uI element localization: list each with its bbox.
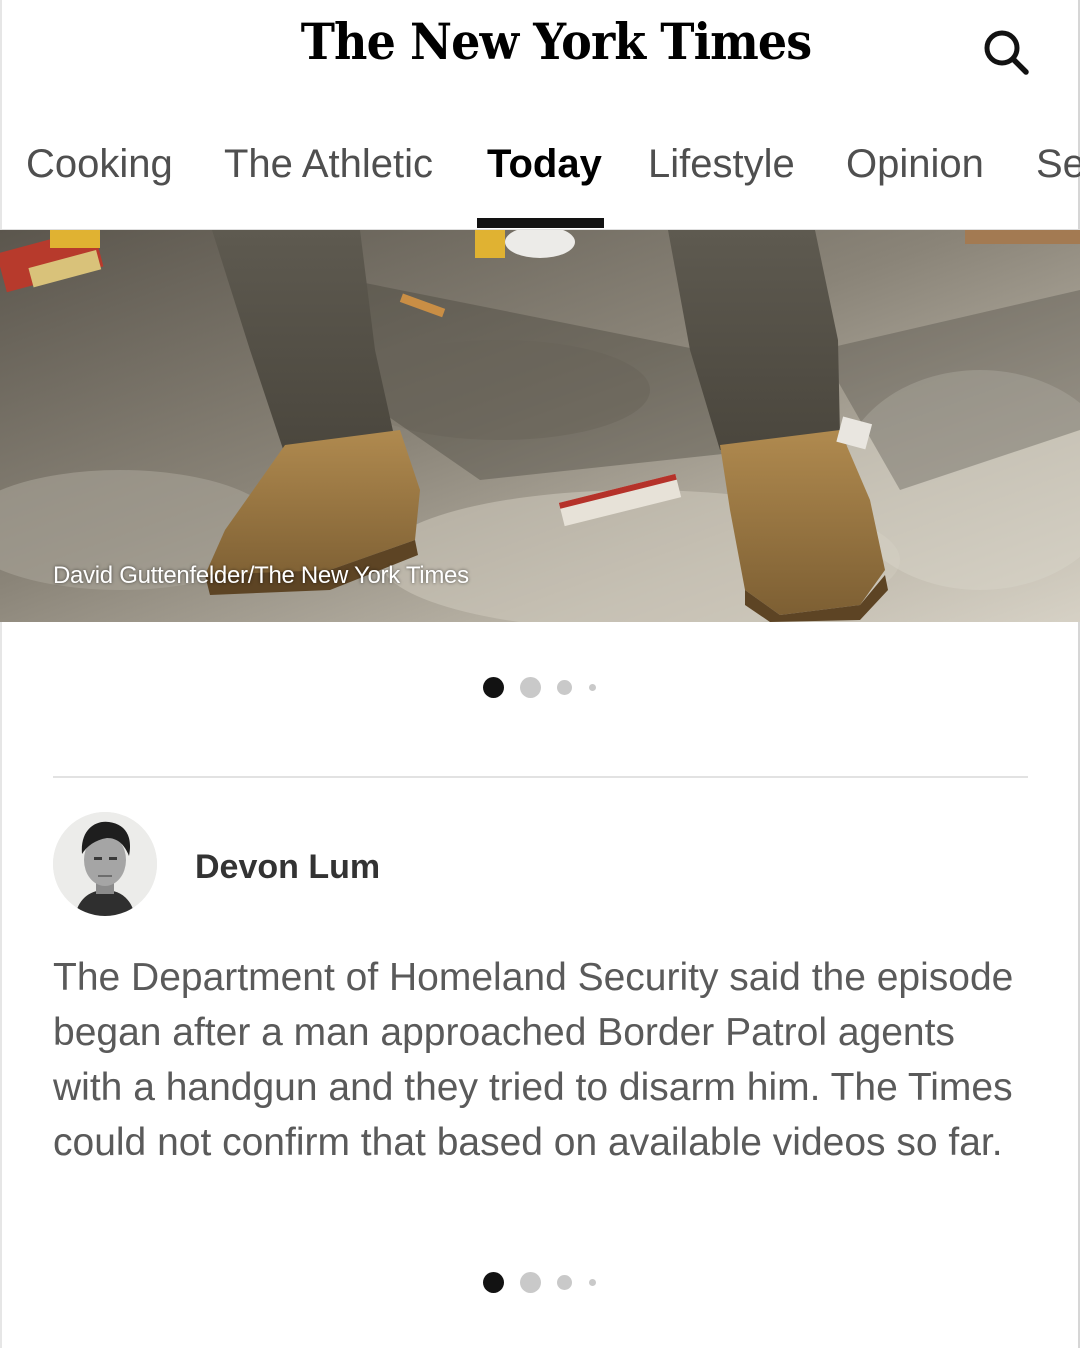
carousel-dot-active[interactable] [483, 1272, 504, 1293]
author-name[interactable]: Devon Lum [195, 848, 380, 887]
masthead-logo[interactable]: The New York Times [44, 12, 1067, 71]
tab-opinion[interactable]: Opinion [846, 142, 984, 187]
post-text: The Department of Homeland Security said… [53, 956, 1014, 1164]
app-header: The New York Times [0, 0, 1080, 108]
tab-the-athletic[interactable]: The Athletic [224, 142, 433, 187]
section-divider [53, 776, 1028, 778]
search-button[interactable] [978, 24, 1034, 80]
hero-photo[interactable]: David Guttenfelder/The New York Times [0, 230, 1080, 622]
tab-se-partial[interactable]: Se [1036, 142, 1080, 187]
carousel-dot[interactable] [557, 680, 572, 695]
search-icon [984, 30, 1029, 75]
author-avatar[interactable] [53, 812, 157, 916]
carousel-dot[interactable] [589, 1279, 596, 1286]
photo-credit: David Guttenfelder/The New York Times [53, 562, 469, 589]
carousel-dot[interactable] [520, 1272, 541, 1293]
carousel-dot[interactable] [557, 1275, 572, 1290]
section-tabs: Cooking The Athletic Today Lifestyle Opi… [0, 108, 1080, 230]
tab-today[interactable]: Today [487, 142, 602, 187]
carousel-dot[interactable] [589, 684, 596, 691]
carousel-dots-secondary[interactable] [0, 1270, 1080, 1294]
carousel-dot-active[interactable] [483, 677, 504, 698]
carousel-dots[interactable] [0, 675, 1080, 699]
tab-cooking[interactable]: Cooking [26, 142, 173, 187]
carousel-dot[interactable] [520, 677, 541, 698]
author-portrait-image [53, 812, 157, 916]
tab-lifestyle[interactable]: Lifestyle [648, 142, 795, 187]
active-tab-indicator [477, 218, 604, 228]
